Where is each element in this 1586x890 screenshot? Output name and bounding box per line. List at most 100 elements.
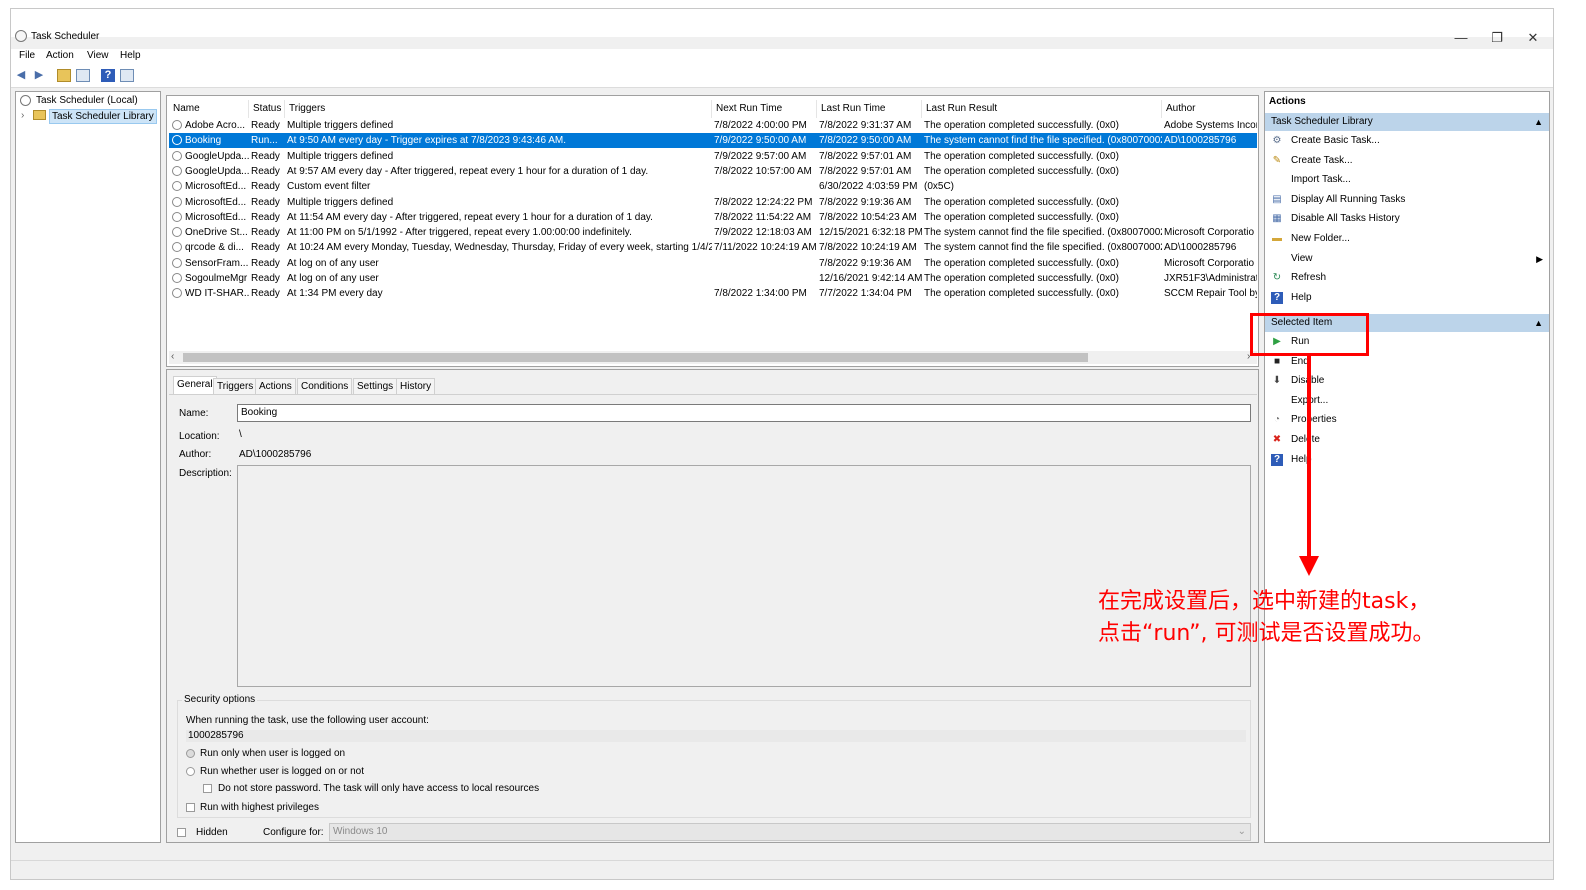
minimize-button[interactable]: — xyxy=(1443,27,1479,49)
column-header-last-run-time[interactable]: Last Run Time xyxy=(817,100,922,118)
scrollbar-thumb[interactable] xyxy=(183,353,1088,362)
action-item[interactable]: ↻ Refresh xyxy=(1265,269,1549,287)
task-cell-status: Ready xyxy=(251,150,280,162)
collapse-selected-icon[interactable]: ▲ xyxy=(1534,314,1543,332)
task-cell-next: 7/9/2022 9:57:00 AM xyxy=(714,150,807,162)
menu-view[interactable]: View xyxy=(87,50,109,61)
console-tree-pane: Task Scheduler (Local) › Task Scheduler … xyxy=(15,91,161,843)
menu-file[interactable]: File xyxy=(19,50,35,61)
action-item[interactable]: View ▶ xyxy=(1265,250,1549,268)
task-cell-status: Ready xyxy=(251,288,280,300)
task-cell-last: 7/8/2022 9:57:01 AM xyxy=(819,165,912,177)
radio-logged-on[interactable] xyxy=(186,749,195,758)
task-cell-last: 7/7/2022 1:34:04 PM xyxy=(819,288,912,300)
tab-triggers[interactable]: Triggers xyxy=(213,378,258,394)
column-header-next-run-time[interactable]: Next Run Time xyxy=(712,100,817,118)
show-hide-console-tree-icon[interactable] xyxy=(76,69,90,82)
task-cell-author: AD\1000285796 xyxy=(1164,135,1237,147)
close-button[interactable]: ✕ xyxy=(1515,27,1551,49)
action-item[interactable]: ▬ New Folder... xyxy=(1265,230,1549,248)
task-row[interactable]: GoogleUpda... Ready Multiple triggers defi… xyxy=(169,149,1257,164)
task-cell-triggers: Multiple triggers defined xyxy=(287,120,394,131)
task-cell-triggers: At 10:24 AM every Monday, Tuesday, Wedne… xyxy=(287,242,712,254)
column-header-last-run-result[interactable]: Last Run Result xyxy=(922,100,1162,118)
checkbox-no-password[interactable] xyxy=(203,784,212,793)
configure-for-select[interactable]: Windows 10 ⌄ xyxy=(329,823,1251,841)
up-folder-icon[interactable] xyxy=(57,69,71,82)
task-row[interactable]: GoogleUpda... Ready At 9:57 AM every day -… xyxy=(169,164,1257,179)
action-item[interactable]: ▤ Display All Running Tasks xyxy=(1265,191,1549,209)
action-item[interactable]: ▦ Disable All Tasks History xyxy=(1265,210,1549,228)
task-cell-status: Ready xyxy=(251,257,280,269)
task-list-pane: Name Status Triggers Next Run Time Last … xyxy=(166,95,1259,367)
collapse-library-icon[interactable]: ▲ xyxy=(1534,113,1543,131)
task-cell-author: Adobe Systems Incor xyxy=(1164,120,1257,131)
task-row[interactable]: WD IT-SHAR... Ready At 1:34 PM every day 7/… xyxy=(169,286,1257,301)
action-item[interactable]: ? Help xyxy=(1265,289,1549,307)
task-cell-last: 7/8/2022 9:50:00 AM xyxy=(819,135,912,147)
column-header-name[interactable]: Name xyxy=(169,100,249,118)
task-cell-next: 7/8/2022 1:34:00 PM xyxy=(714,288,807,300)
action-item[interactable]: ✎ Create Task... xyxy=(1265,152,1549,170)
tab-general[interactable]: General xyxy=(173,376,217,394)
task-cell-last: 7/8/2022 9:19:36 AM xyxy=(819,196,912,208)
action-item-label: New Folder... xyxy=(1291,233,1350,244)
help-toolbar-icon[interactable]: ? xyxy=(101,69,115,82)
create-basic-task-icon: ⚙ xyxy=(1272,135,1282,146)
tab-settings[interactable]: Settings xyxy=(353,378,398,394)
task-row[interactable]: MicrosoftEd... Ready At 11:54 AM every day… xyxy=(169,210,1257,225)
annotation-arrow-line xyxy=(1307,356,1311,559)
tree-root-label: Task Scheduler (Local) xyxy=(36,95,138,106)
task-row[interactable]: MicrosoftEd... Ready Multiple triggers def… xyxy=(169,195,1257,210)
title-bar: Task Scheduler xyxy=(11,9,1553,42)
tab-history[interactable]: History xyxy=(396,378,436,394)
task-row[interactable]: SogoulmeMgr Ready At log on of any user 12/… xyxy=(169,271,1257,286)
task-row[interactable]: qrcode & di... Ready At 10:24 AM every Mon… xyxy=(169,240,1257,255)
configure-for-label: Configure for: xyxy=(263,827,324,838)
checkbox-hidden[interactable] xyxy=(177,828,186,837)
scroll-left-icon[interactable]: ‹ xyxy=(171,351,174,362)
name-field[interactable]: Booking xyxy=(237,404,1251,422)
task-row[interactable]: OneDrive St... Ready At 11:00 PM on 5/1/19… xyxy=(169,225,1257,240)
task-cell-status: Ready xyxy=(251,227,280,239)
chevron-right-icon[interactable]: › xyxy=(21,109,24,122)
column-header-author[interactable]: Author xyxy=(1162,100,1258,118)
checkbox-highest-privileges[interactable] xyxy=(186,803,195,812)
task-clock-icon xyxy=(172,196,182,207)
column-header-status[interactable]: Status xyxy=(249,100,285,118)
task-cell-result: The system cannot find the file specifie… xyxy=(924,242,1162,254)
show-hide-action-pane-icon[interactable] xyxy=(120,69,134,82)
task-cell-triggers: Multiple triggers defined xyxy=(287,196,394,208)
task-row[interactable]: MicrosoftEd... Ready Custom event filter 6/… xyxy=(169,179,1257,194)
action-item-label: Import Task... xyxy=(1291,174,1351,186)
forward-arrow-icon[interactable]: ▶ xyxy=(32,69,46,82)
security-options-group: Security options When running the task, … xyxy=(177,694,1251,818)
description-field[interactable] xyxy=(237,465,1251,687)
general-tab-content: Name: Booking Location: \ Author: AD\100… xyxy=(169,394,1257,841)
library-section-header[interactable]: Task Scheduler Library ▲ xyxy=(1265,113,1549,131)
task-cell-triggers: At 11:00 PM on 5/1/1992 - After triggere… xyxy=(287,227,632,239)
detail-tab-bar: General Triggers Actions Conditions Sett… xyxy=(169,374,1257,394)
back-arrow-icon[interactable]: ◀ xyxy=(14,69,28,82)
tab-conditions[interactable]: Conditions xyxy=(297,378,353,394)
column-header-triggers[interactable]: Triggers xyxy=(285,100,712,118)
security-options-title: Security options xyxy=(182,694,258,706)
end-icon: ■ xyxy=(1273,355,1281,367)
tab-actions[interactable]: Actions xyxy=(255,378,296,394)
restore-button[interactable]: ❐ xyxy=(1479,27,1515,49)
radio-whether-logged-on[interactable] xyxy=(186,767,195,776)
task-cell-last: 12/15/2021 6:32:18 PM xyxy=(819,227,922,239)
menu-action[interactable]: Action xyxy=(46,50,74,61)
horizontal-scrollbar[interactable]: ‹ › xyxy=(169,351,1257,364)
action-item[interactable]: Import Task... xyxy=(1265,171,1549,189)
task-row[interactable]: Adobe Acro... Ready Multiple triggers defi… xyxy=(169,118,1257,133)
action-item-label: Create Task... xyxy=(1291,154,1353,166)
configure-for-value: Windows 10 xyxy=(333,826,388,837)
task-cell-status: Ready xyxy=(251,273,280,284)
menu-help[interactable]: Help xyxy=(120,50,141,61)
task-row[interactable]: SensorFram... Ready At log on of any user 7… xyxy=(169,256,1257,271)
task-cell-name: SogoulmeMgr xyxy=(185,273,248,284)
chevron-down-icon[interactable]: ⌄ xyxy=(1238,824,1246,840)
action-item[interactable]: ⚙ Create Basic Task... xyxy=(1265,132,1549,150)
task-row[interactable]: Booking Run... At 9:50 AM every day - Trig… xyxy=(169,133,1257,149)
